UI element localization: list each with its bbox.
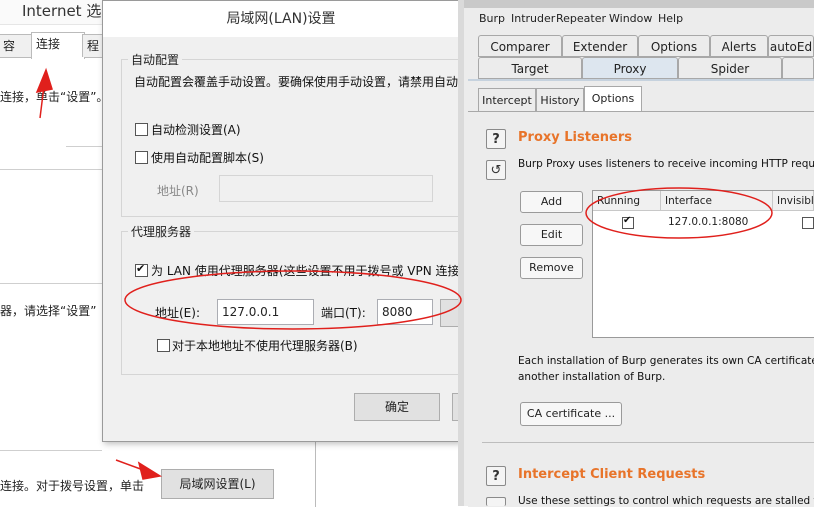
annotation-arrow-head: [137, 461, 163, 480]
annotation-arrow-head: [35, 67, 53, 94]
annotation-ellipse-proxy: [124, 270, 462, 330]
annotation-overlay: [35, 67, 773, 480]
annotation-ellipse-listener: [585, 187, 773, 239]
